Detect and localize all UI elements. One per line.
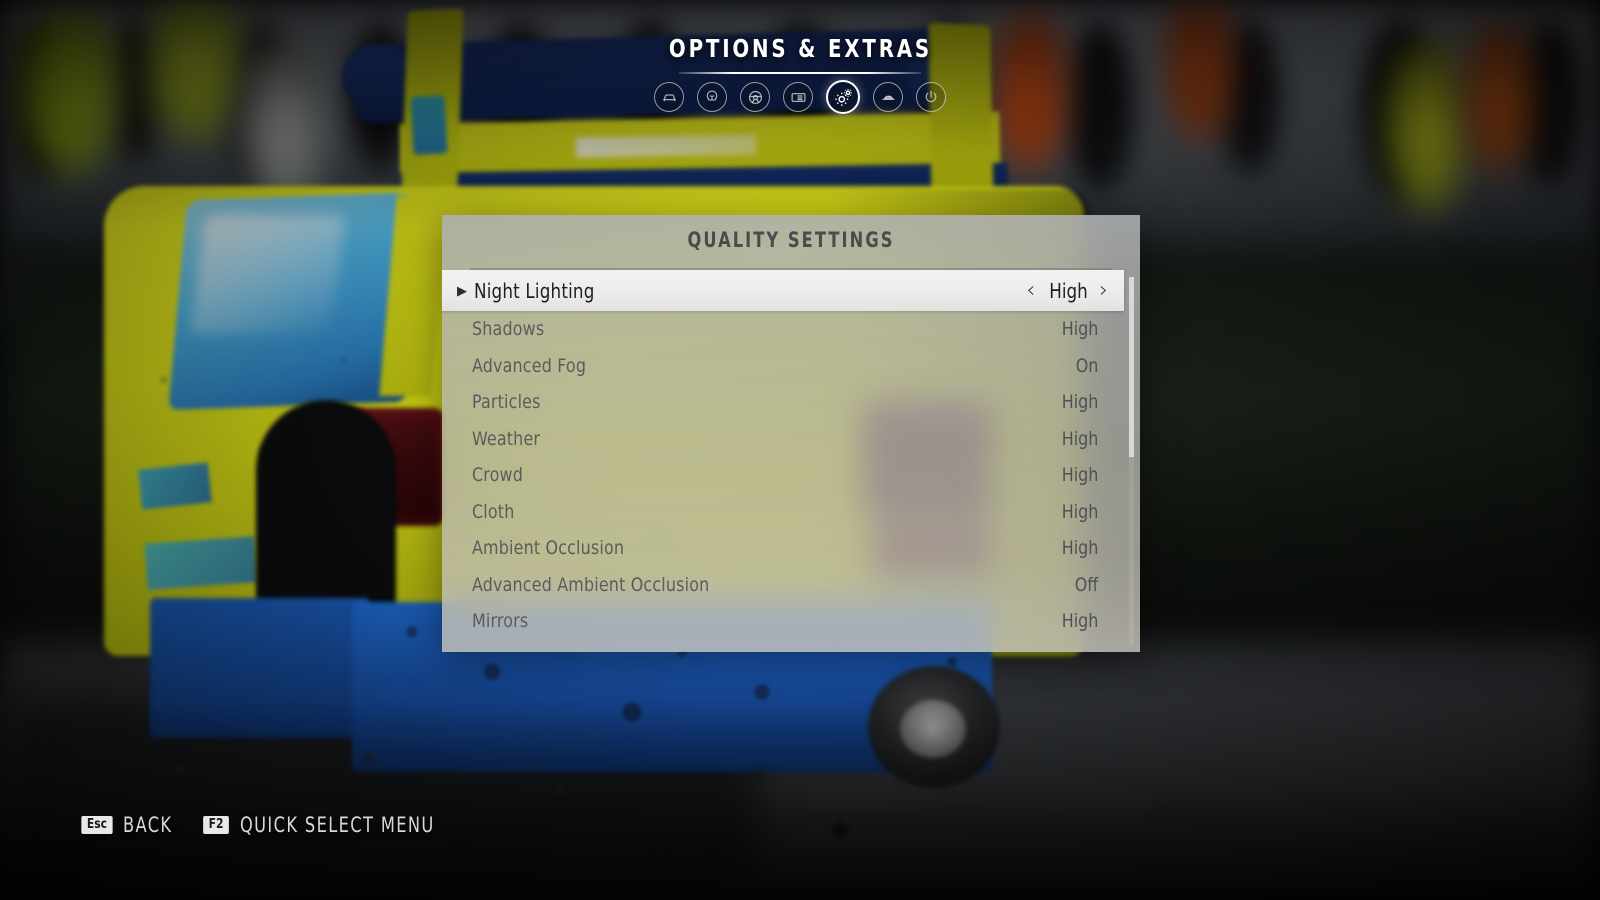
hint-label-quick-select: QUICK SELECT MENU (239, 813, 435, 837)
nav-steering-wheel-icon[interactable] (740, 82, 770, 112)
setting-label: Night Lighting (474, 278, 595, 303)
setting-label: Cloth (472, 500, 515, 523)
setting-label: Particles (472, 391, 541, 414)
setting-value: On (1075, 354, 1098, 377)
key-badge-esc: Esc (81, 816, 113, 834)
settings-row[interactable]: Advanced Fog On (442, 348, 1140, 385)
settings-row[interactable]: Shadows High (442, 311, 1140, 348)
setting-value: High (1061, 537, 1098, 560)
panel-header: QUALITY SETTINGS (442, 215, 1140, 270)
nav-display-list-icon[interactable] (783, 82, 813, 112)
footer-hints: Esc BACK F2 QUICK SELECT MENU (80, 813, 466, 837)
panel-title: QUALITY SETTINGS (687, 228, 895, 252)
setting-label: Advanced Fog (472, 354, 587, 377)
settings-scrollbar-thumb[interactable] (1129, 277, 1134, 457)
settings-row[interactable]: Advanced Ambient Occlusion Off (442, 567, 1140, 604)
nav-driver-helmet-icon[interactable] (697, 82, 727, 112)
hint-label-back: BACK (122, 813, 173, 837)
settings-list[interactable]: ▶ Night Lighting ‹ High › Shadows High A… (442, 270, 1140, 640)
screen-header: OPTIONS & EXTRAS (0, 34, 1600, 74)
settings-row-selected[interactable]: ▶ Night Lighting ‹ High › (442, 270, 1124, 311)
setting-value: High (1061, 610, 1098, 633)
nav-gears-icon[interactable] (826, 80, 860, 114)
setting-label: Weather (472, 427, 541, 450)
settings-row[interactable]: Mirrors High (442, 603, 1140, 640)
setting-value: High (1061, 427, 1098, 450)
nav-car-icon[interactable] (654, 82, 684, 112)
key-badge-f2: F2 (203, 816, 230, 834)
setting-value: High (1061, 500, 1098, 523)
settings-row[interactable]: Crowd High (442, 457, 1140, 494)
setting-value: High (1049, 278, 1088, 303)
setting-value: High (1061, 464, 1098, 487)
hint-quick-select-menu[interactable]: F2 QUICK SELECT MENU (202, 813, 466, 837)
setting-value: High (1061, 318, 1098, 341)
settings-row[interactable]: Particles High (442, 384, 1140, 421)
setting-label: Mirrors (472, 610, 529, 633)
game-screen: OPTIONS & EXTRAS QUALITY SETTINGS ▶ Nigh… (0, 0, 1600, 900)
setting-label: Advanced Ambient Occlusion (472, 573, 710, 596)
nav-power-icon[interactable] (916, 82, 946, 112)
setting-label: Shadows (472, 318, 545, 341)
settings-scrollbar-track[interactable] (1129, 277, 1134, 645)
setting-label: Ambient Occlusion (472, 537, 625, 560)
header-divider (679, 72, 921, 74)
quality-settings-panel: QUALITY SETTINGS ▶ Night Lighting ‹ High… (442, 215, 1140, 652)
settings-row[interactable]: Ambient Occlusion High (442, 530, 1140, 567)
decrease-value-chevron-icon[interactable]: ‹ (1026, 279, 1035, 302)
setting-value: Off (1074, 573, 1098, 596)
selection-arrow-icon: ▶ (457, 283, 467, 298)
setting-value: High (1061, 391, 1098, 414)
increase-value-chevron-icon[interactable]: › (1099, 279, 1108, 302)
hint-back[interactable]: Esc BACK (80, 813, 180, 837)
setting-label: Crowd (472, 464, 524, 487)
nav-car-audio-icon[interactable] (873, 82, 903, 112)
category-nav[interactable] (0, 80, 1600, 114)
settings-row[interactable]: Cloth High (442, 494, 1140, 531)
settings-row[interactable]: Weather High (442, 421, 1140, 458)
page-title: OPTIONS & EXTRAS (668, 34, 932, 63)
